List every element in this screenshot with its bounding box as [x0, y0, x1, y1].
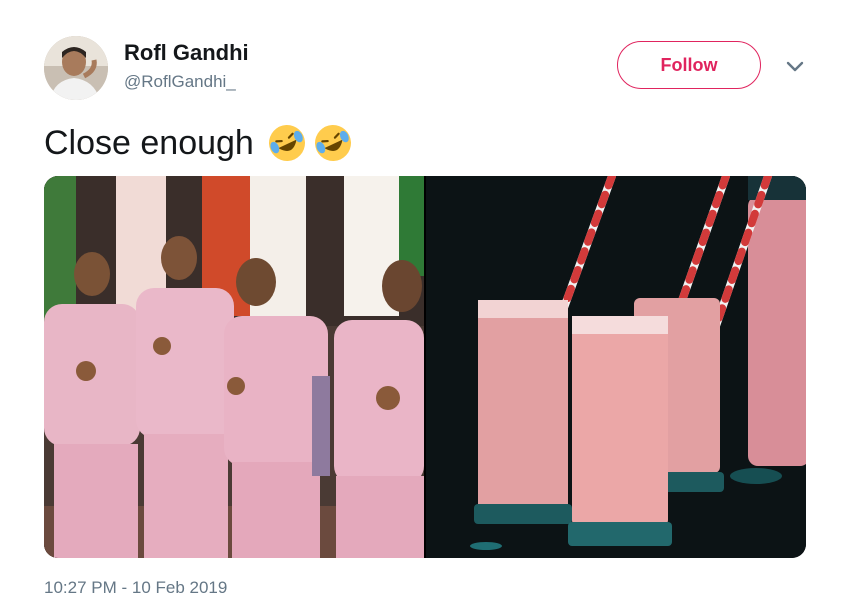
avatar[interactable] — [44, 36, 108, 100]
tweet-text-content: Close enough — [44, 123, 254, 162]
chevron-down-icon[interactable] — [784, 58, 806, 76]
media-image-left[interactable] — [44, 176, 424, 558]
follow-button[interactable]: Follow — [617, 41, 761, 89]
tweet-media[interactable] — [44, 176, 806, 558]
laughing-emoji-icon — [268, 125, 305, 161]
display-name[interactable]: Rofl Gandhi — [124, 40, 249, 66]
media-image-right[interactable] — [426, 176, 806, 558]
avatar-image — [44, 36, 108, 100]
emoji-group — [266, 122, 358, 164]
laughing-emoji-icon — [314, 125, 351, 161]
user-handle[interactable]: @RoflGandhi_ — [124, 72, 236, 92]
tweet-text: Close enough — [44, 122, 358, 164]
tweet-timestamp[interactable]: 10:27 PM - 10 Feb 2019 — [44, 578, 227, 598]
